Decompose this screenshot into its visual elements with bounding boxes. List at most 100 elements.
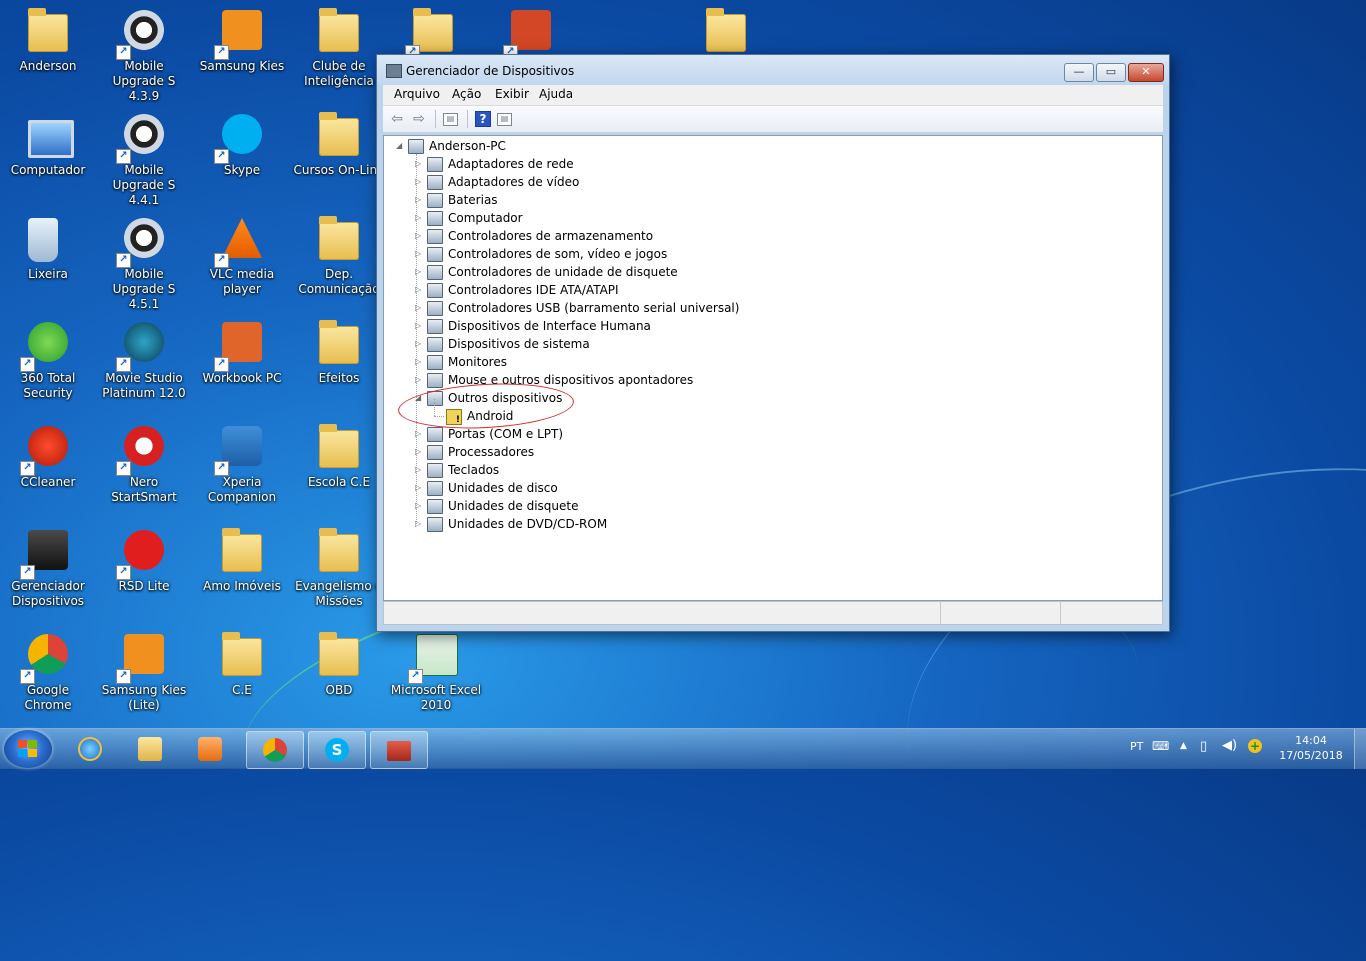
tree-item[interactable]: ▷ Unidades de disco <box>384 479 1144 497</box>
desktop-icon[interactable]: ↗ Microsoft Excel 2010 <box>388 632 484 713</box>
desktop-icon[interactable]: ↗ Xperia Companion <box>194 424 290 505</box>
expand-arrow-icon[interactable]: ▷ <box>415 502 421 510</box>
expand-arrow-icon[interactable]: ▷ <box>415 466 421 474</box>
desktop-icon[interactable]: ↗ CCleaner <box>0 424 96 490</box>
expand-arrow-icon[interactable]: ▷ <box>415 250 421 258</box>
expand-arrow-icon[interactable]: ▷ <box>415 322 421 330</box>
back-arrow-icon[interactable]: ⇦ <box>389 111 405 127</box>
tree-item[interactable]: ▷ Unidades de DVD/CD-ROM <box>384 515 1144 533</box>
tree-item[interactable]: ▷ Controladores IDE ATA/ATAPI <box>384 281 1144 299</box>
collapse-arrow-icon[interactable]: ◢ <box>396 142 402 150</box>
desktop-icon[interactable]: ↗ <box>385 8 481 60</box>
volume-icon[interactable]: ◀) <box>1222 738 1237 753</box>
desktop-icon[interactable]: ↗ Google Chrome <box>0 632 96 713</box>
help-icon[interactable]: ? <box>475 111 491 127</box>
start-button[interactable] <box>4 730 52 768</box>
maximize-button[interactable]: ▭ <box>1096 63 1126 82</box>
menu-acao[interactable]: Ação <box>452 87 481 101</box>
taskbar-skype-button[interactable]: S <box>308 731 366 769</box>
desktop-icon[interactable]: Clube de Inteligência <box>291 8 387 89</box>
taskbar-device-manager-button[interactable] <box>370 731 428 769</box>
tree-root[interactable]: ◢ Anderson-PC <box>384 137 1144 155</box>
desktop-icon[interactable]: ↗ Gerenciador Dispositivos <box>0 528 96 609</box>
expand-arrow-icon[interactable]: ▷ <box>415 160 421 168</box>
desktop-icon[interactable]: ↗ Mobile Upgrade S 4.5.1 <box>96 216 192 312</box>
desktop-icon[interactable]: ↗ <box>483 8 579 60</box>
device-tree[interactable]: ◢ Anderson-PC ▷ Adaptadores de rede ▷ Adaptad… <box>383 135 1163 601</box>
desktop-icon[interactable]: ↗ Mobile Upgrade S 4.4.1 <box>96 112 192 208</box>
desktop-icon[interactable]: Lixeira <box>0 216 96 282</box>
tree-item[interactable]: ▷ Dispositivos de sistema <box>384 335 1144 353</box>
expand-arrow-icon[interactable]: ▷ <box>415 358 421 366</box>
expand-arrow-icon[interactable]: ▷ <box>415 340 421 348</box>
desktop-icon[interactable]: Amo Imóveis <box>194 528 290 594</box>
taskbar-explorer-button[interactable] <box>122 731 178 767</box>
tree-item[interactable]: ▷ Controladores USB (barramento serial un… <box>384 299 1144 317</box>
language-indicator[interactable]: PT <box>1130 740 1143 753</box>
taskbar-ie-button[interactable] <box>62 731 118 767</box>
desktop-icon[interactable] <box>678 8 774 59</box>
desktop-icon[interactable]: ↗ Mobile Upgrade S 4.3.9 <box>96 8 192 104</box>
tree-item[interactable]: ▷ Monitores <box>384 353 1144 371</box>
show-hidden-icons-icon[interactable]: ▲ <box>1180 741 1187 751</box>
desktop-icon[interactable]: Dep. Comunicação <box>291 216 387 297</box>
tree-item[interactable]: ▷ Controladores de unidade de disquete <box>384 263 1144 281</box>
expand-arrow-icon[interactable]: ▷ <box>415 232 421 240</box>
expand-arrow-icon[interactable]: ▷ <box>415 448 421 456</box>
taskbar-media-button[interactable] <box>182 731 238 767</box>
tree-item[interactable]: ▷ Unidades de disquete <box>384 497 1144 515</box>
clock[interactable]: 14:04 17/05/2018 <box>1272 733 1350 763</box>
desktop-icon[interactable]: ↗ Workbook PC <box>194 320 290 386</box>
tree-item[interactable]: ▷ Mouse e outros dispositivos apontadores <box>384 371 1144 389</box>
tree-item[interactable]: ▷ Baterias <box>384 191 1144 209</box>
collapse-arrow-icon[interactable]: ◢ <box>415 394 421 402</box>
desktop-icon[interactable]: ↗ Nero StartSmart <box>96 424 192 505</box>
tree-item[interactable]: ▷ Teclados <box>384 461 1144 479</box>
desktop-icon[interactable]: ↗ 360 Total Security <box>0 320 96 401</box>
show-hide-tree-icon[interactable]: ▤ <box>443 113 458 126</box>
tree-item[interactable]: ▷ Controladores de som, vídeo e jogos <box>384 245 1144 263</box>
network-icon[interactable]: ▯ <box>1200 739 1207 754</box>
desktop-icon[interactable]: Anderson <box>0 8 96 74</box>
minimize-button[interactable]: — <box>1064 63 1094 82</box>
expand-arrow-icon[interactable]: ▷ <box>415 520 421 528</box>
menu-exibir[interactable]: Exibir <box>495 87 529 101</box>
desktop-icon[interactable]: Efeitos <box>291 320 387 386</box>
close-button[interactable]: ✕ <box>1128 63 1164 82</box>
desktop-icon[interactable]: ↗ Samsung Kies (Lite) <box>96 632 192 713</box>
desktop-icon[interactable]: ↗ Movie Studio Platinum 12.0 <box>96 320 192 401</box>
device-manager-window[interactable]: Gerenciador de Dispositivos — ▭ ✕ Arquiv… <box>376 54 1170 632</box>
expand-arrow-icon[interactable]: ▷ <box>415 214 421 222</box>
tree-child-item[interactable]: Android <box>384 399 1144 425</box>
desktop-icon[interactable]: Computador <box>0 112 96 178</box>
tree-item[interactable]: ▷ Adaptadores de rede <box>384 155 1144 173</box>
taskbar-chrome-button[interactable] <box>246 731 304 769</box>
desktop-icon[interactable]: OBD <box>291 632 387 698</box>
tree-item[interactable]: ▷ Processadores <box>384 443 1144 461</box>
desktop-icon[interactable]: ↗ RSD Lite <box>96 528 192 594</box>
desktop-icon[interactable]: C.E <box>194 632 290 698</box>
forward-arrow-icon[interactable]: ⇨ <box>411 111 427 127</box>
desktop-icon[interactable]: Cursos On-Line <box>291 112 387 178</box>
expand-arrow-icon[interactable]: ▷ <box>415 268 421 276</box>
expand-arrow-icon[interactable]: ▷ <box>415 178 421 186</box>
expand-arrow-icon[interactable]: ▷ <box>415 376 421 384</box>
desktop-icon[interactable]: Evangelismo e Missões <box>291 528 387 609</box>
expand-arrow-icon[interactable]: ▷ <box>415 304 421 312</box>
expand-arrow-icon[interactable]: ▷ <box>415 286 421 294</box>
tree-item[interactable]: ▷ Portas (COM e LPT) <box>384 425 1144 443</box>
tree-item[interactable]: ▷ Controladores de armazenamento <box>384 227 1144 245</box>
expand-arrow-icon[interactable]: ▷ <box>415 484 421 492</box>
tree-item[interactable]: ▷ Adaptadores de vídeo <box>384 173 1144 191</box>
show-desktop-button[interactable] <box>1354 729 1366 769</box>
keyboard-icon[interactable]: ⌨ <box>1152 739 1169 753</box>
menu-arquivo[interactable]: Arquivo <box>394 87 440 101</box>
desktop-icon[interactable]: ↗ VLC media player <box>194 216 290 297</box>
desktop-icon[interactable]: ↗ Samsung Kies <box>194 8 290 74</box>
desktop-icon[interactable]: ↗ Skype <box>194 112 290 178</box>
tree-item[interactable]: ▷ Dispositivos de Interface Humana <box>384 317 1144 335</box>
expand-arrow-icon[interactable]: ▷ <box>415 430 421 438</box>
properties-panel-icon[interactable]: ▤ <box>497 113 512 126</box>
security-360-tray-icon[interactable]: + <box>1248 739 1262 753</box>
desktop-icon[interactable]: Escola C.E <box>291 424 387 490</box>
